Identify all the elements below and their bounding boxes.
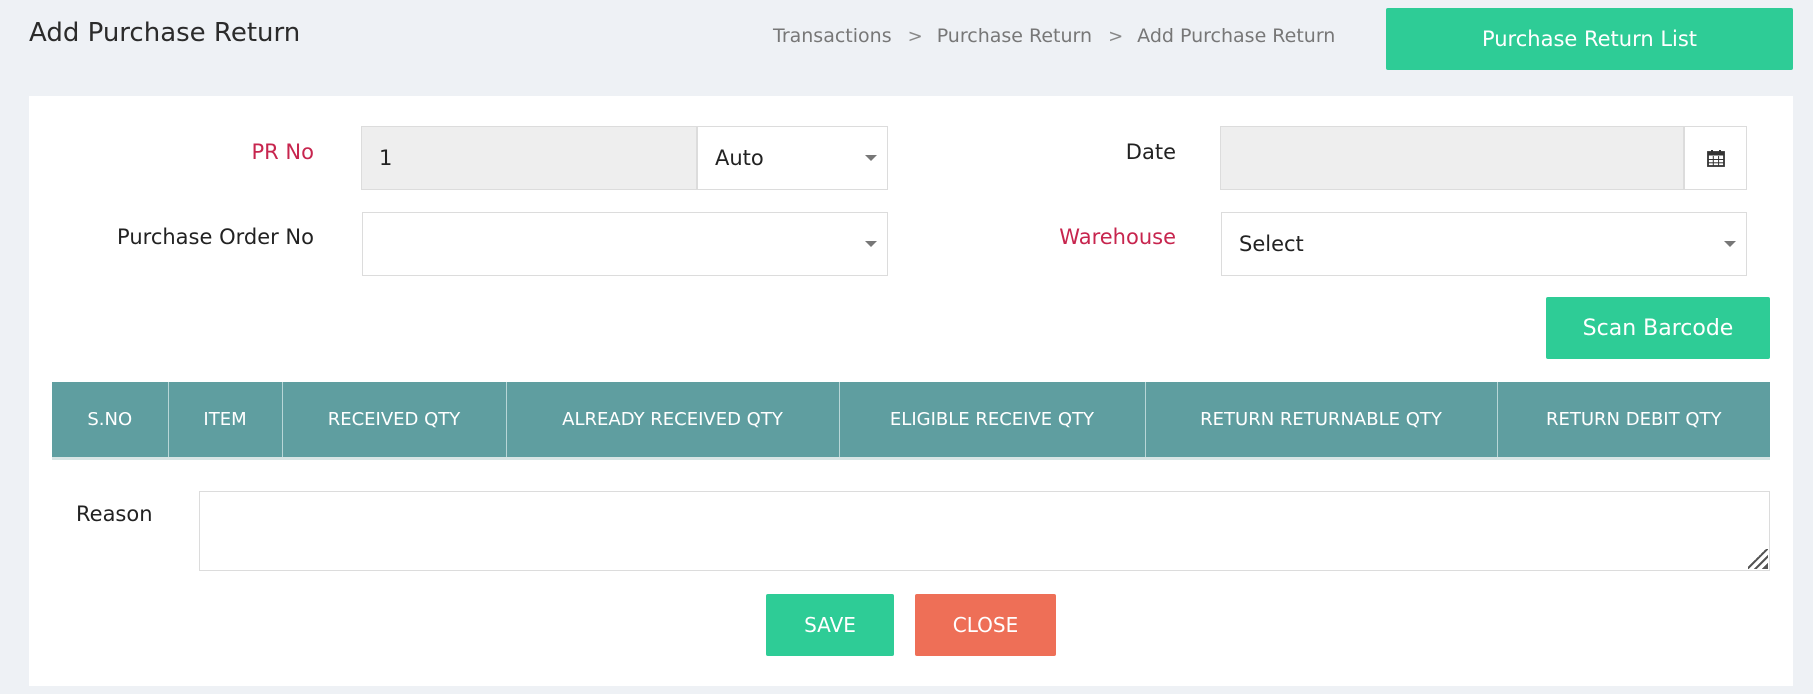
chevron-down-icon xyxy=(1724,241,1736,247)
breadcrumb: Transactions > Purchase Return > Add Pur… xyxy=(773,25,1335,47)
chevron-down-icon xyxy=(865,241,877,247)
warehouse-value: Select xyxy=(1239,232,1304,256)
warehouse-select[interactable]: Select xyxy=(1221,212,1747,276)
column-header-return-debit-qty: RETURN DEBIT QTY xyxy=(1497,382,1770,460)
purchase-order-select[interactable] xyxy=(362,212,888,276)
purchase-order-label: Purchase Order No xyxy=(117,225,314,249)
page-title: Add Purchase Return xyxy=(29,18,301,48)
reason-label: Reason xyxy=(76,502,153,526)
reason-textarea[interactable] xyxy=(199,491,1770,571)
column-header-return-returnable-qty: RETURN RETURNABLE QTY xyxy=(1145,382,1498,460)
scan-barcode-button[interactable]: Scan Barcode xyxy=(1546,297,1770,359)
column-header-already-received-qty: ALREADY RECEIVED QTY xyxy=(506,382,840,460)
column-header-item: ITEM xyxy=(168,382,283,460)
save-button[interactable]: SAVE xyxy=(766,594,894,656)
breadcrumb-separator: > xyxy=(1108,25,1124,47)
column-header-received-qty: RECEIVED QTY xyxy=(282,382,507,460)
breadcrumb-separator: > xyxy=(907,25,923,47)
pr-no-label: PR No xyxy=(251,140,315,164)
items-table: S.NO ITEM RECEIVED QTY ALREADY RECEIVED … xyxy=(52,382,1770,460)
pr-no-mode-select[interactable]: Auto xyxy=(697,126,888,190)
pr-no-input[interactable]: 1 xyxy=(361,126,697,190)
form-card: PR No 1 Auto Date Purchase Order No Ware… xyxy=(29,96,1793,686)
chevron-down-icon xyxy=(865,155,877,161)
pr-no-mode-value: Auto xyxy=(715,146,764,170)
breadcrumb-item-current: Add Purchase Return xyxy=(1137,25,1336,47)
breadcrumb-item-purchase-return[interactable]: Purchase Return xyxy=(937,25,1092,47)
calendar-icon xyxy=(1706,150,1725,167)
calendar-button[interactable] xyxy=(1684,126,1747,190)
resize-handle-icon[interactable] xyxy=(1748,549,1768,569)
close-button[interactable]: CLOSE xyxy=(915,594,1056,656)
warehouse-label: Warehouse xyxy=(1059,225,1176,249)
date-label: Date xyxy=(1125,140,1176,164)
date-input[interactable] xyxy=(1220,126,1684,190)
table-header-row: S.NO ITEM RECEIVED QTY ALREADY RECEIVED … xyxy=(52,382,1770,460)
breadcrumb-item-transactions[interactable]: Transactions xyxy=(773,25,892,47)
purchase-return-list-button[interactable]: Purchase Return List xyxy=(1386,8,1793,70)
column-header-sno: S.NO xyxy=(52,382,169,460)
column-header-eligible-receive-qty: ELIGIBLE RECEIVE QTY xyxy=(839,382,1146,460)
